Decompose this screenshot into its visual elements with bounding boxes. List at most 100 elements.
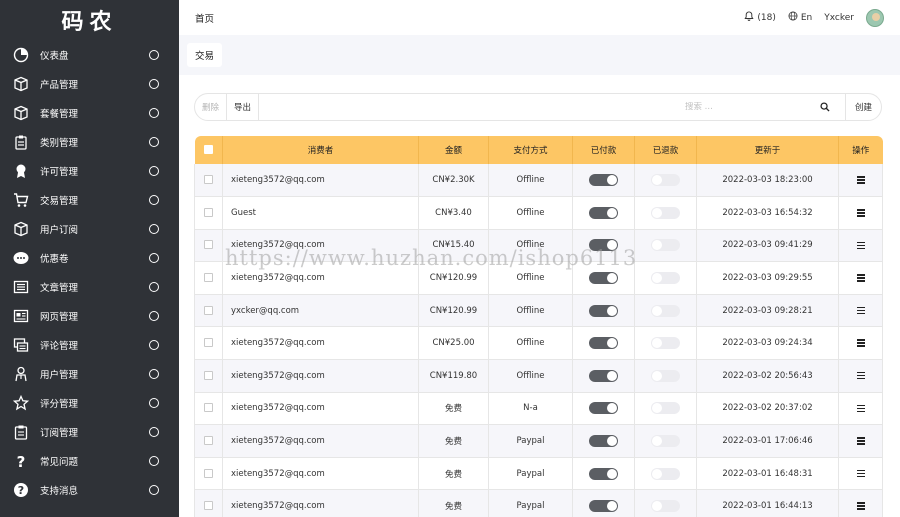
menu-icon[interactable]: [856, 338, 865, 349]
paid-toggle[interactable]: [589, 174, 618, 187]
sidebar-item-label: 优惠卷: [40, 253, 69, 265]
column-header-payment-method[interactable]: 支付方式: [488, 136, 573, 164]
sidebar-item-label: 评论管理: [40, 340, 79, 352]
row-checkbox[interactable]: [204, 175, 213, 185]
paid-toggle[interactable]: [589, 467, 618, 480]
refunded-toggle[interactable]: [651, 467, 680, 480]
column-header-amount[interactable]: 金额: [418, 136, 489, 164]
paid-toggle[interactable]: [589, 402, 618, 415]
sidebar-item[interactable]: 网页管理: [0, 301, 179, 330]
column-header-updated[interactable]: 更新于: [696, 136, 839, 164]
expand-indicator-icon[interactable]: [149, 49, 159, 60]
sidebar-item[interactable]: 文章管理: [0, 272, 179, 301]
sidebar-item[interactable]: 评分管理: [0, 388, 179, 417]
refunded-cell: [634, 424, 697, 458]
actions-cell: [838, 326, 883, 361]
sidebar-item[interactable]: 产品管理: [0, 69, 179, 98]
column-header-consumer[interactable]: 消费者: [222, 136, 419, 164]
language-switcher[interactable]: En: [788, 11, 812, 24]
paid-toggle[interactable]: [589, 435, 618, 448]
menu-icon[interactable]: [856, 208, 865, 219]
expand-indicator-icon[interactable]: [149, 78, 159, 89]
search-input[interactable]: [684, 102, 805, 112]
row-checkbox[interactable]: [204, 273, 213, 283]
row-checkbox[interactable]: [204, 338, 213, 348]
menu-icon[interactable]: [856, 436, 865, 447]
expand-indicator-icon[interactable]: [149, 252, 159, 263]
column-header-refunded[interactable]: 已退款: [634, 136, 697, 164]
sidebar-item[interactable]: 仪表盘: [0, 40, 179, 69]
refunded-toggle[interactable]: [651, 500, 680, 513]
expand-indicator-icon[interactable]: [149, 194, 159, 205]
menu-icon[interactable]: [856, 273, 865, 284]
refunded-toggle[interactable]: [651, 435, 680, 448]
paid-toggle[interactable]: [589, 304, 618, 317]
expand-indicator-icon[interactable]: [149, 107, 159, 118]
expand-indicator-icon[interactable]: [149, 397, 159, 408]
notifications-button[interactable]: (18): [744, 11, 776, 24]
expand-indicator-icon[interactable]: [149, 426, 159, 437]
menu-icon[interactable]: [856, 468, 865, 479]
expand-indicator-icon[interactable]: [149, 310, 159, 321]
row-checkbox[interactable]: [204, 370, 213, 380]
menu-icon[interactable]: [856, 240, 865, 251]
refunded-toggle[interactable]: [651, 369, 680, 382]
refunded-toggle[interactable]: [651, 272, 680, 285]
row-checkbox[interactable]: [204, 501, 213, 511]
refunded-toggle[interactable]: [651, 402, 680, 415]
row-checkbox[interactable]: [204, 240, 213, 250]
menu-icon[interactable]: [856, 370, 865, 381]
breadcrumb-current[interactable]: 交易: [187, 43, 223, 67]
sidebar-item[interactable]: 套餐管理: [0, 98, 179, 127]
user-menu[interactable]: Yxcker: [824, 13, 854, 23]
refunded-toggle[interactable]: [651, 206, 680, 219]
sidebar-item[interactable]: 类别管理: [0, 127, 179, 156]
menu-icon[interactable]: [856, 305, 865, 316]
dashboard-icon: [12, 46, 29, 63]
row-select-cell: [194, 164, 223, 198]
expand-indicator-icon[interactable]: [149, 281, 159, 292]
sidebar-item[interactable]: ? 支持消息: [0, 475, 179, 504]
expand-indicator-icon[interactable]: [149, 484, 159, 495]
menu-icon[interactable]: [856, 175, 865, 186]
paid-toggle[interactable]: [589, 206, 618, 219]
expand-indicator-icon[interactable]: [149, 339, 159, 350]
expand-indicator-icon[interactable]: [149, 455, 159, 466]
select-all-checkbox[interactable]: [203, 145, 213, 154]
row-checkbox[interactable]: [204, 305, 213, 315]
search-icon[interactable]: [815, 94, 835, 120]
main-area: 交易 删除 导出 创建 消费者: [179, 35, 900, 517]
export-button[interactable]: 导出: [227, 94, 260, 120]
row-checkbox[interactable]: [204, 436, 213, 446]
expand-indicator-icon[interactable]: [149, 136, 159, 147]
menu-icon[interactable]: [856, 403, 865, 414]
refunded-toggle[interactable]: [651, 304, 680, 317]
refunded-toggle[interactable]: [651, 239, 680, 252]
paid-toggle[interactable]: [589, 337, 618, 350]
sidebar-item[interactable]: 交易管理: [0, 185, 179, 214]
delete-button[interactable]: 删除: [195, 94, 228, 120]
sidebar-item[interactable]: ? 常见问题: [0, 446, 179, 475]
sidebar-item[interactable]: 优惠卷: [0, 243, 179, 272]
avatar[interactable]: [866, 8, 884, 27]
refunded-toggle[interactable]: [651, 337, 680, 350]
menu-icon[interactable]: [856, 501, 865, 512]
row-checkbox[interactable]: [204, 468, 213, 478]
row-checkbox[interactable]: [204, 207, 213, 217]
expand-indicator-icon[interactable]: [149, 165, 159, 176]
sidebar-item[interactable]: 用户管理: [0, 359, 179, 388]
expand-indicator-icon[interactable]: [149, 368, 159, 379]
sidebar-item[interactable]: 许可管理: [0, 156, 179, 185]
column-header-paid[interactable]: 已付款: [572, 136, 635, 164]
paid-toggle[interactable]: [589, 272, 618, 285]
paid-toggle[interactable]: [589, 239, 618, 252]
sidebar-item[interactable]: 用户订阅: [0, 214, 179, 243]
paid-toggle[interactable]: [589, 500, 618, 513]
expand-indicator-icon[interactable]: [149, 223, 159, 234]
create-button[interactable]: 创建: [844, 94, 881, 120]
refunded-toggle[interactable]: [651, 174, 680, 187]
paid-toggle[interactable]: [589, 369, 618, 382]
sidebar-item[interactable]: 评论管理: [0, 330, 179, 359]
sidebar-item[interactable]: 订阅管理: [0, 417, 179, 446]
row-checkbox[interactable]: [204, 403, 213, 413]
